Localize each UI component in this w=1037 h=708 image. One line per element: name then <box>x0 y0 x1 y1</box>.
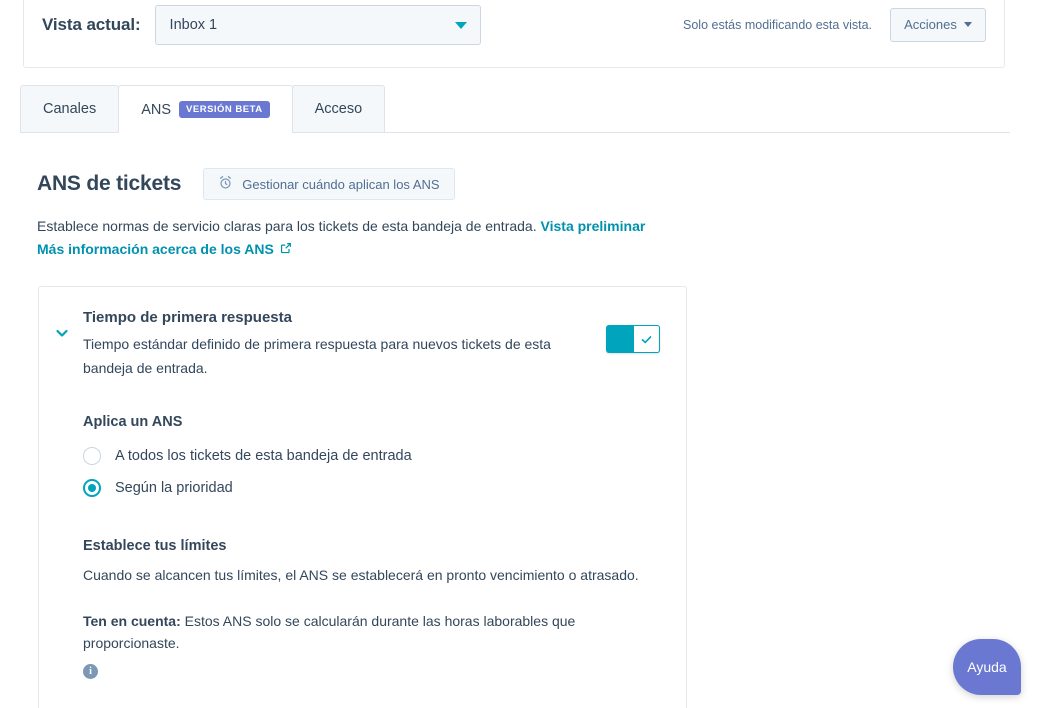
external-link-icon[interactable] <box>280 238 292 260</box>
business-hours-note: Ten en cuenta: Estos ANS solo se calcula… <box>83 610 660 654</box>
alarm-clock-icon <box>218 175 233 193</box>
actions-button-label: Acciones <box>904 17 957 32</box>
info-icon[interactable]: i <box>83 664 98 679</box>
sla-card-title: Tiempo de primera respuesta <box>83 309 292 326</box>
tab-ans[interactable]: ANS VERSIÓN BETA <box>118 85 293 133</box>
tab-label: ANS <box>141 101 172 118</box>
note-bold-prefix: Ten en cuenta: <box>83 613 181 629</box>
beta-badge: VERSIÓN BETA <box>179 101 270 118</box>
more-info-row: Más información acerca de los ANS <box>0 238 1037 260</box>
main-content: ANS de tickets Gestionar cuándo aplican … <box>0 133 1037 708</box>
page-title-row: ANS de tickets Gestionar cuándo aplican … <box>0 133 1037 200</box>
page-description: Establece normas de servicio claras para… <box>0 200 700 238</box>
settings-page: Vista actual: Inbox 1 Solo estás modific… <box>0 0 1037 708</box>
radio-icon-selected <box>83 479 101 497</box>
chevron-down-icon <box>963 22 972 27</box>
radio-icon <box>83 447 101 465</box>
page-description-text: Establece normas de servicio claras para… <box>37 218 537 234</box>
view-select-value: Inbox 1 <box>169 16 218 33</box>
current-view-label: Vista actual: <box>42 14 141 34</box>
help-widget-button[interactable]: Ayuda <box>953 639 1021 695</box>
help-widget-label: Ayuda <box>967 659 1007 675</box>
sla-card-header: Tiempo de primera respuesta Tiempo están… <box>83 309 660 380</box>
chevron-down-icon <box>454 21 467 29</box>
sla-card-texts: Tiempo de primera respuesta Tiempo están… <box>83 309 606 380</box>
sla-enable-toggle[interactable] <box>606 325 660 353</box>
current-view-bar: Vista actual: Inbox 1 Solo estás modific… <box>23 0 1005 68</box>
settings-tabs: Canales ANS VERSIÓN BETA Acceso <box>20 85 1010 133</box>
tab-label: Canales <box>43 101 97 117</box>
tab-label: Acceso <box>314 101 363 117</box>
manage-sla-schedule-button[interactable]: Gestionar cuándo aplican los ANS <box>203 168 455 200</box>
sla-first-response-card: Tiempo de primera respuesta Tiempo están… <box>38 286 687 708</box>
actions-button[interactable]: Acciones <box>890 7 986 42</box>
limits-section-subtitle: Cuando se alcancen tus límites, el ANS s… <box>83 567 639 583</box>
view-modification-note: Solo estás modificando esta vista. <box>683 17 872 32</box>
radio-label: Según la prioridad <box>115 480 233 496</box>
toggle-knob <box>633 325 660 353</box>
tab-acceso[interactable]: Acceso <box>291 85 386 132</box>
apply-sla-section-title: Aplica un ANS <box>83 414 183 430</box>
radio-option-by-priority[interactable]: Según la prioridad <box>83 472 660 504</box>
limits-section-title: Establece tus límites <box>83 538 227 554</box>
collapse-chevron-icon[interactable] <box>54 325 70 341</box>
radio-option-all-tickets[interactable]: A todos los tickets de esta bandeja de e… <box>83 440 660 472</box>
sla-card-subtitle: Tiempo estándar definido de primera resp… <box>83 336 551 376</box>
tab-canales[interactable]: Canales <box>20 85 120 132</box>
manage-sla-schedule-label: Gestionar cuándo aplican los ANS <box>242 176 440 192</box>
view-select-dropdown[interactable]: Inbox 1 <box>154 4 481 45</box>
preview-link[interactable]: Vista preliminar <box>541 218 646 234</box>
radio-label: A todos los tickets de esta bandeja de e… <box>115 448 412 464</box>
more-info-link[interactable]: Más información acerca de los ANS <box>37 238 274 260</box>
page-title: ANS de tickets <box>37 172 182 195</box>
